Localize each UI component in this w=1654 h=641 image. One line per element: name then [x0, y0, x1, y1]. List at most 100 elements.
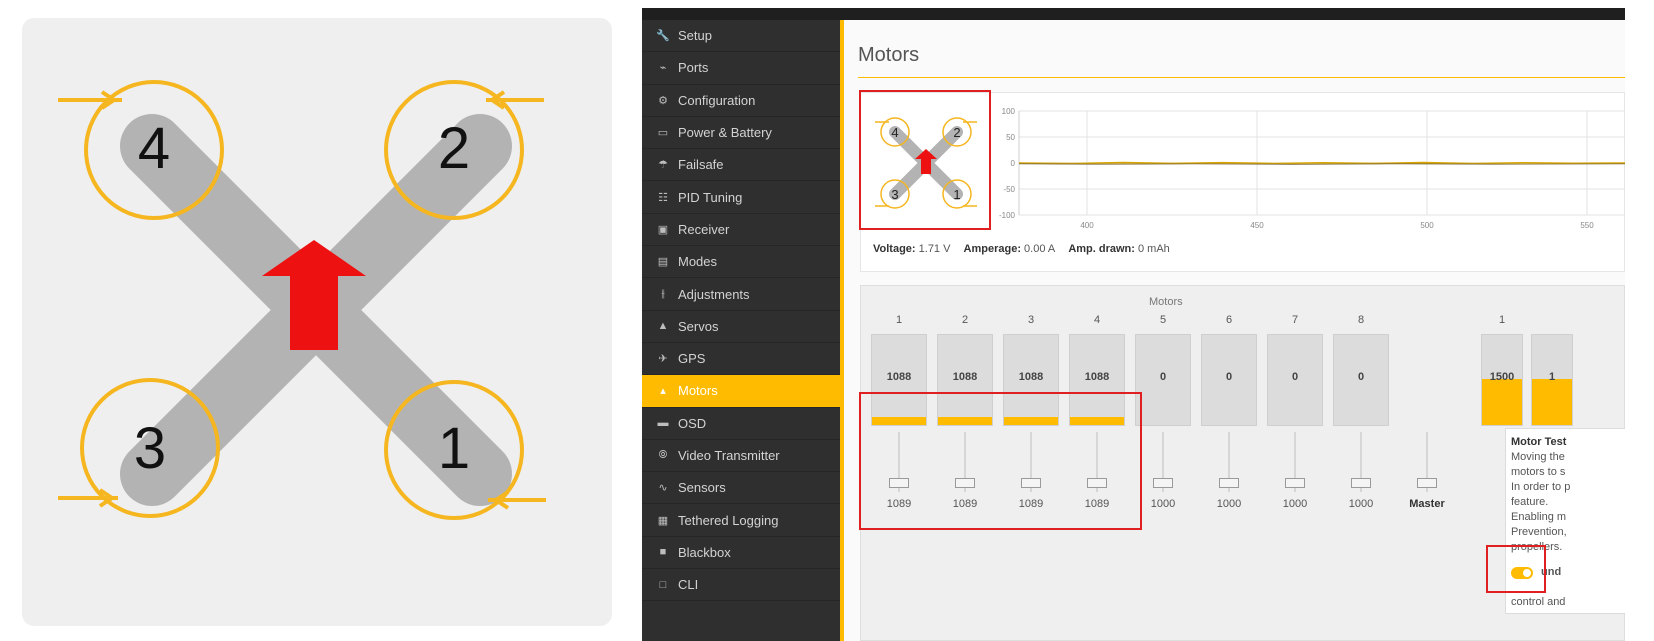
gear-icon: ⚙: [658, 94, 668, 107]
x-tick: 500: [1420, 221, 1434, 230]
motor-number: 3: [1027, 314, 1035, 326]
sidebar-item-label: Servos: [678, 318, 719, 334]
motor-layout-diagram-large: 4 2 3 1: [22, 18, 612, 626]
title-divider: [858, 77, 1625, 78]
satellite-icon: ✈: [658, 353, 668, 366]
y-tick: 50: [1006, 133, 1015, 142]
sidebar-item-sensors[interactable]: ∿ Sensors: [642, 472, 840, 505]
motor-test-line: Moving the: [1511, 451, 1565, 463]
motor-label-4: 4: [138, 116, 170, 181]
small-motor-label-3: 3: [891, 187, 898, 202]
sidebar-item-label: OSD: [678, 415, 707, 431]
motor-number: 5: [1159, 314, 1167, 326]
sidebar-item-label: Motors: [678, 383, 718, 399]
motor-number: 2: [961, 314, 969, 326]
sidebar-item-configuration[interactable]: ⚙ Configuration: [642, 85, 840, 117]
sidebar-item-video-transmitter[interactable]: ⦾ Video Transmitter: [642, 440, 840, 473]
motor-slider-thumb[interactable]: [1219, 478, 1239, 488]
sidebar-item-setup[interactable]: 🔧 Setup: [642, 20, 840, 53]
voltage-value: 1.71 V: [918, 243, 951, 255]
motor-test-line: feature.: [1511, 496, 1549, 508]
blackbox-icon: ■: [659, 546, 667, 559]
y-tick: -50: [1003, 185, 1015, 194]
motor-number: 8: [1357, 314, 1365, 326]
amp-drawn-value: 0 mAh: [1138, 243, 1170, 255]
sidebar-item-servos[interactable]: ▲ Servos: [642, 311, 840, 343]
top-bar: [642, 8, 1625, 20]
sidebar-item-cli[interactable]: □ CLI: [642, 569, 840, 602]
motor-test-line: Enabling m: [1511, 511, 1567, 523]
servo-bar-fill: [1482, 379, 1522, 425]
y-tick: 0: [1011, 159, 1016, 168]
motor-output-value: 1088: [886, 371, 912, 383]
sidebar-item-ports[interactable]: ⌁ Ports: [642, 52, 840, 85]
sidebar-item-gps[interactable]: ✈ GPS: [642, 343, 840, 376]
flame-icon: ▴: [660, 385, 666, 398]
sidebar-item-label: Adjustments: [678, 286, 750, 302]
motor-output-bar: 0: [1333, 334, 1389, 426]
sitemap-icon: ☷: [658, 191, 668, 204]
motor-slider-value: 1000: [1150, 498, 1176, 510]
highlight-frame-toggle: [1486, 545, 1546, 593]
graph-series-line: [1018, 161, 1625, 165]
motor-label-3: 3: [134, 416, 166, 481]
master-slider-thumb[interactable]: [1417, 478, 1437, 488]
motor-layout-diagram-small: 4 2 3 1: [875, 117, 977, 209]
pulse-icon: ∿: [658, 482, 668, 495]
motor-label-2: 2: [438, 116, 470, 181]
terminal-icon: □: [659, 578, 667, 591]
sidebar-item-osd[interactable]: ▬ OSD: [642, 408, 840, 440]
small-motor-label-2: 2: [953, 125, 960, 140]
power-readout: Voltage: 1.71 V Amperage: 0.00 A Amp. dr…: [873, 243, 1180, 255]
sidebar-item-adjustments[interactable]: ⫲ Adjustments: [642, 278, 840, 311]
wrench-icon: 🔧: [656, 30, 670, 43]
sidebar-item-label: PID Tuning: [678, 189, 743, 205]
motor-slider-thumb[interactable]: [1285, 478, 1305, 488]
servo-number: [1531, 312, 1573, 328]
sidebar-item-label: Failsafe: [678, 157, 724, 173]
small-motor-label-4: 4: [891, 125, 898, 140]
motor-number: 6: [1225, 314, 1233, 326]
motor-slider-value: 1000: [1216, 498, 1242, 510]
sidebar-item-label: CLI: [678, 577, 699, 593]
sidebar-item-receiver[interactable]: ▣ Receiver: [642, 214, 840, 247]
sidebar-item-label: Ports: [678, 60, 709, 76]
motor-slider-value: 1000: [1282, 498, 1308, 510]
sidebar-item-tethered-logging[interactable]: ▦ Tethered Logging: [642, 504, 840, 537]
highlight-frame-motors: [859, 392, 1142, 530]
sidebar-item-label: GPS: [678, 351, 706, 367]
motor-output-value: 0: [1225, 371, 1233, 383]
master-label: Master: [1409, 498, 1445, 510]
x-tick: 450: [1250, 221, 1264, 230]
sidebar-item-label: Sensors: [678, 480, 726, 496]
motor-output-value: 0: [1291, 371, 1299, 383]
motor-test-line: motors to s: [1511, 466, 1566, 478]
sidebar-item-power-battery[interactable]: ▭ Power & Battery: [642, 117, 840, 150]
sidebar-item-modes[interactable]: ▤ Modes: [642, 246, 840, 279]
motors-heading: Motors: [1149, 296, 1183, 308]
motor-output-bar: 0: [1135, 334, 1191, 426]
servo-value: 1: [1548, 371, 1556, 383]
motor-number: 4: [1093, 314, 1101, 326]
motor-test-heading: Motor Test: [1511, 436, 1567, 448]
highlight-frame-layout: 4 2 3 1: [859, 90, 991, 230]
sidebar-item-failsafe[interactable]: ☂ Failsafe: [642, 149, 840, 182]
sidebar-item-label: Setup: [678, 28, 712, 44]
amperage-value: 0.00 A: [1024, 243, 1056, 255]
main-content: Motors 4 2 3 1 100 50 0 -50 -100 400 450…: [844, 20, 1625, 641]
servo-bar-fill: [1532, 379, 1572, 425]
x-tick: 550: [1580, 221, 1594, 230]
sidebar-item-motors[interactable]: ▴ Motors: [642, 375, 840, 408]
servo-value: 1500: [1489, 371, 1515, 383]
motor-slider-thumb[interactable]: [1153, 478, 1173, 488]
motor-slider-thumb[interactable]: [1351, 478, 1371, 488]
sidebar-item-blackbox[interactable]: ■ Blackbox: [642, 537, 840, 570]
sidebar: 🔧 Setup ⌁ Ports ⚙ Configuration ▭ Power & Ba…: [642, 20, 844, 641]
motor-test-trailing-text: control and: [1511, 596, 1566, 608]
motor-label-1: 1: [438, 416, 470, 481]
servo-bar: 1500: [1481, 334, 1523, 426]
motor-output-bar: 0: [1201, 334, 1257, 426]
receiver-icon: ▣: [657, 223, 669, 236]
motor-column-7: 7 0 1000: [1267, 312, 1323, 510]
sidebar-item-pid-tuning[interactable]: ☷ PID Tuning: [642, 181, 840, 214]
